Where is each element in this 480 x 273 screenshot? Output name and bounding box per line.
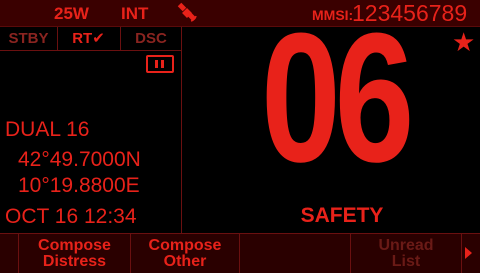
latitude: 42°49.7000N [18,148,141,171]
compose-other-button[interactable]: Compose Other [131,234,240,273]
softkey-label: Other [163,252,207,270]
softkey-label: Distress [42,252,107,270]
chevron-right-icon[interactable] [465,247,472,259]
softkey-spacer [0,234,19,273]
star-icon[interactable]: ★ [452,29,475,55]
softkey-label: Compose [148,236,222,254]
blank-softkey[interactable] [240,234,351,273]
pause-icon[interactable] [146,55,174,73]
channel-mode: INT [121,4,149,23]
tab-dsc[interactable]: DSC [121,27,181,50]
softkey-label: Compose [38,236,111,254]
info-panel: STBY RT✔ DSC DUAL 16 42°49.7000N 10°19.8… [0,27,182,233]
longitude: 10°19.8800E [18,174,140,197]
channel-number: 06 [261,0,414,200]
watch-mode: DUAL 16 [5,118,90,141]
date-time: OCT 16 12:34 [5,205,137,228]
tab-rt[interactable]: RT✔ [57,27,121,50]
softkey-label: List [391,252,421,270]
tab-stby[interactable]: STBY [0,27,58,50]
unread-list-button[interactable]: Unread List [351,234,462,273]
channel-panel: ★ 06 SAFETY [182,5,480,233]
softkey-label: Unread [378,236,434,254]
channel-label: SAFETY [300,204,384,227]
compose-distress-button[interactable]: Compose Distress [19,234,131,273]
tx-power: 25W [54,4,89,23]
satellite-icon [177,2,197,22]
softkey-bar: Compose Distress Compose Other Unread List [0,233,480,273]
mode-tabs: STBY RT✔ DSC [0,27,181,51]
